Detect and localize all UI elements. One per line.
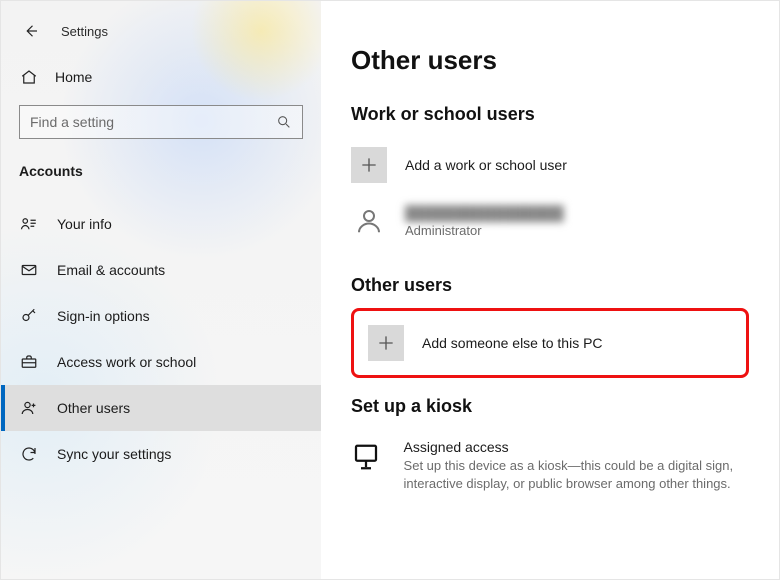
search-wrap [1, 99, 321, 153]
add-someone-else[interactable]: Add someone else to this PC [368, 325, 732, 361]
briefcase-icon [19, 352, 39, 372]
sidebar-item-label: Access work or school [57, 354, 196, 370]
sidebar: Settings Home Accounts Your info [1, 1, 321, 579]
sidebar-item-label: Your info [57, 216, 112, 232]
sync-icon [19, 444, 39, 464]
highlight-add-other-user: Add someone else to this PC [351, 308, 749, 378]
heading-other-users: Other users [351, 275, 749, 296]
sidebar-item-label: Sync your settings [57, 446, 171, 462]
title-bar: Settings [1, 11, 321, 55]
sidebar-item-signin-options[interactable]: Sign-in options [1, 293, 321, 339]
add-work-school-label: Add a work or school user [405, 157, 567, 173]
sidebar-item-email-accounts[interactable]: Email & accounts [1, 247, 321, 293]
window-title: Settings [61, 24, 108, 39]
plus-icon [351, 147, 387, 183]
add-someone-else-label: Add someone else to this PC [422, 335, 603, 351]
sidebar-item-label: Other users [57, 400, 130, 416]
settings-app: Settings Home Accounts Your info [1, 1, 779, 579]
heading-kiosk: Set up a kiosk [351, 396, 749, 417]
person-plus-icon [19, 398, 39, 418]
heading-work-school: Work or school users [351, 104, 749, 125]
home-label: Home [55, 69, 92, 85]
key-icon [19, 306, 39, 326]
existing-user-text: ████████████████ Administrator [405, 205, 564, 238]
existing-user-role: Administrator [405, 223, 564, 238]
sidebar-nav: Your info Email & accounts Sign-in optio… [1, 191, 321, 477]
search-input[interactable] [19, 105, 303, 139]
plus-icon [368, 325, 404, 361]
sidebar-item-sync-settings[interactable]: Sync your settings [1, 431, 321, 477]
search-field[interactable] [30, 114, 274, 130]
add-work-school-user[interactable]: Add a work or school user [351, 137, 749, 193]
arrow-left-icon [21, 21, 41, 41]
existing-user-name: ████████████████ [405, 205, 564, 221]
assigned-access-title: Assigned access [404, 439, 749, 455]
assigned-access-desc: Set up this device as a kiosk—this could… [404, 457, 749, 493]
home-button[interactable]: Home [1, 55, 321, 99]
sidebar-item-your-info[interactable]: Your info [1, 201, 321, 247]
mail-icon [19, 260, 39, 280]
main-content: Other users Work or school users Add a w… [321, 1, 779, 579]
home-icon [19, 67, 39, 87]
section-label-accounts: Accounts [1, 153, 321, 191]
assigned-access-text: Assigned access Set up this device as a … [404, 439, 749, 493]
page-title: Other users [351, 45, 749, 76]
back-button[interactable] [17, 17, 45, 45]
sidebar-item-access-work-school[interactable]: Access work or school [1, 339, 321, 385]
kiosk-icon [351, 439, 386, 475]
sidebar-item-other-users[interactable]: Other users [1, 385, 321, 431]
person-icon [351, 203, 387, 239]
existing-work-user[interactable]: ████████████████ Administrator [351, 193, 749, 249]
sidebar-item-label: Sign-in options [57, 308, 150, 324]
assigned-access-row[interactable]: Assigned access Set up this device as a … [351, 429, 749, 503]
search-icon [274, 112, 294, 132]
your-info-icon [19, 214, 39, 234]
sidebar-item-label: Email & accounts [57, 262, 165, 278]
